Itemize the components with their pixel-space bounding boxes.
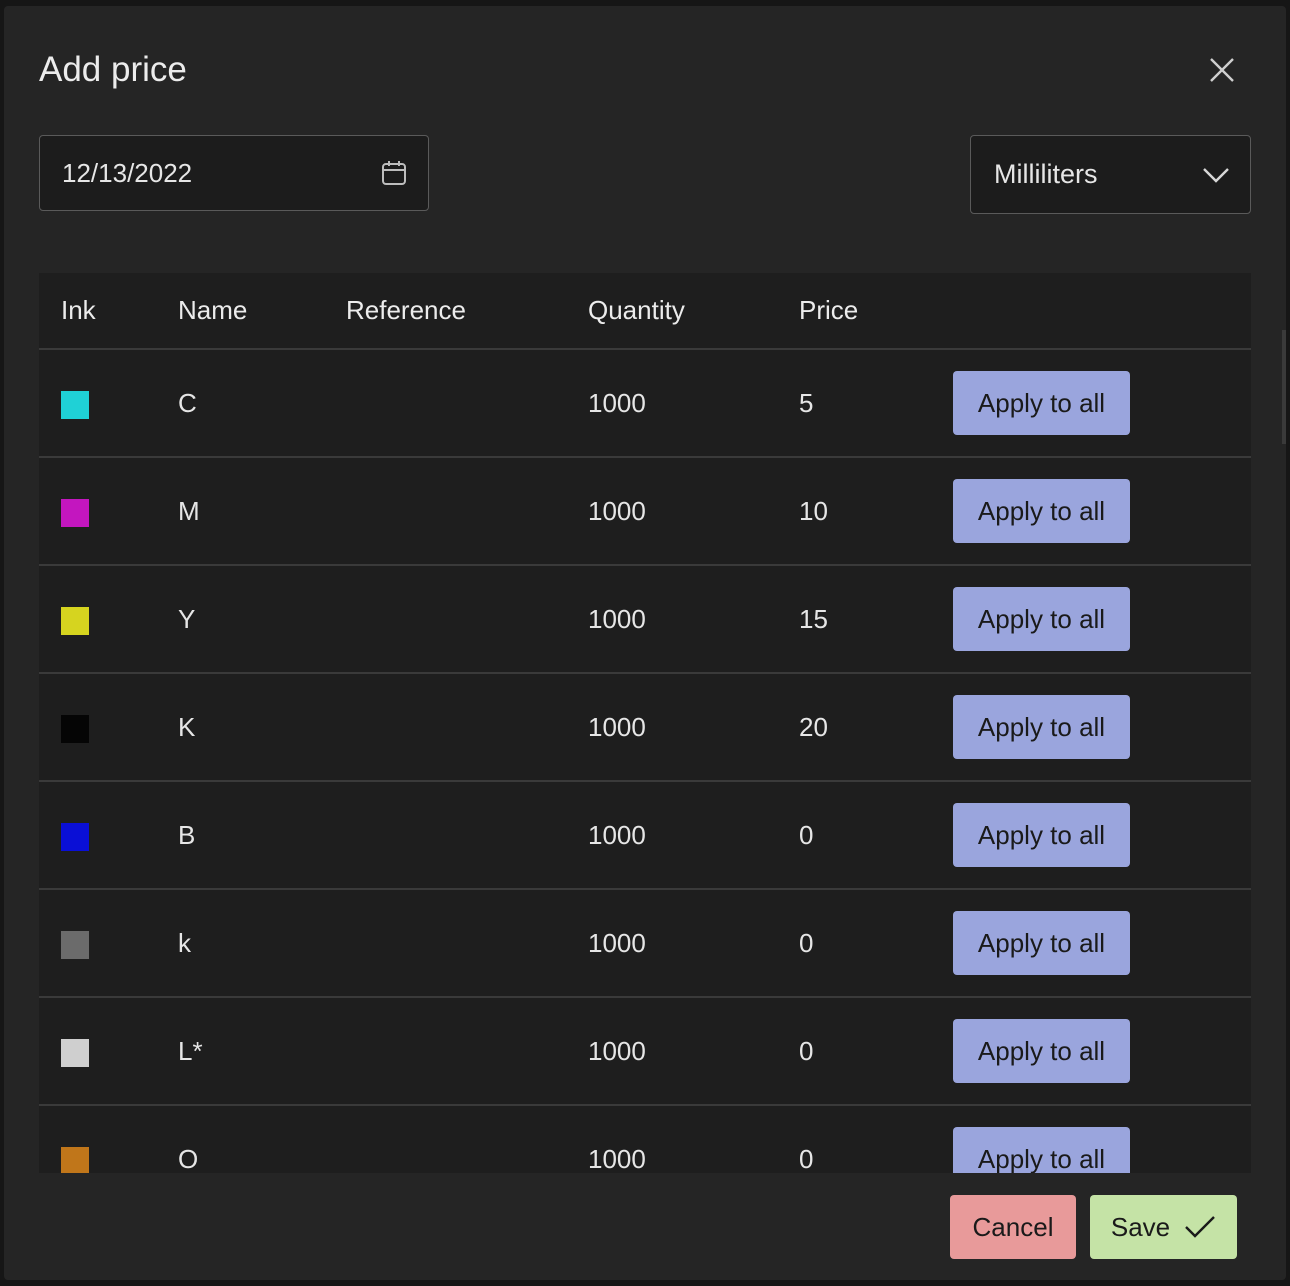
ink-quantity: 1000 bbox=[588, 927, 646, 958]
ink-quantity: 1000 bbox=[588, 819, 646, 850]
ink-reference bbox=[346, 997, 588, 1105]
ink-reference bbox=[346, 457, 588, 565]
table-row: L* 1000 0 Apply to all bbox=[39, 997, 1251, 1105]
apply-to-all-button[interactable]: Apply to all bbox=[953, 1019, 1130, 1083]
table-row: k 1000 0 Apply to all bbox=[39, 889, 1251, 997]
close-icon bbox=[1210, 58, 1234, 82]
ink-name: Y bbox=[178, 603, 196, 634]
apply-to-all-button[interactable]: Apply to all bbox=[953, 479, 1130, 543]
unit-select[interactable]: Milliliters bbox=[970, 135, 1251, 214]
ink-swatch bbox=[61, 714, 89, 743]
ink-price-table: Ink Name Reference Quantity Price C 1000… bbox=[39, 273, 1251, 1173]
header-name: Name bbox=[178, 295, 248, 325]
ink-reference bbox=[346, 1105, 588, 1173]
ink-swatch bbox=[61, 498, 89, 527]
ink-quantity: 1000 bbox=[588, 1143, 646, 1174]
ink-name: L* bbox=[178, 1035, 203, 1066]
apply-to-all-button[interactable]: Apply to all bbox=[953, 695, 1130, 759]
ink-quantity: 1000 bbox=[588, 495, 646, 526]
ink-swatch bbox=[61, 390, 89, 419]
table-row: O 1000 0 Apply to all bbox=[39, 1105, 1251, 1173]
ink-name: C bbox=[178, 387, 197, 418]
ink-swatch bbox=[61, 606, 89, 635]
unit-select-value: Milliliters bbox=[994, 159, 1098, 189]
date-field bbox=[39, 135, 429, 211]
ink-swatch bbox=[61, 1038, 89, 1067]
ink-quantity: 1000 bbox=[588, 711, 646, 742]
ink-price: 15 bbox=[799, 603, 828, 634]
header-ink: Ink bbox=[61, 295, 96, 325]
ink-quantity: 1000 bbox=[588, 603, 646, 634]
scrollbar-thumb[interactable] bbox=[1282, 330, 1286, 444]
date-input[interactable] bbox=[62, 136, 362, 210]
ink-price: 0 bbox=[799, 1035, 814, 1066]
save-button-label: Save bbox=[1110, 1211, 1171, 1242]
ink-reference bbox=[346, 349, 588, 457]
ink-price: 0 bbox=[799, 819, 814, 850]
ink-price: 0 bbox=[799, 1143, 814, 1174]
apply-to-all-button[interactable]: Apply to all bbox=[953, 371, 1130, 435]
table-header-row: Ink Name Reference Quantity Price bbox=[39, 273, 1251, 349]
cancel-button[interactable]: Cancel bbox=[950, 1195, 1076, 1259]
ink-reference bbox=[346, 565, 588, 673]
ink-reference bbox=[346, 781, 588, 889]
apply-to-all-button[interactable]: Apply to all bbox=[953, 1127, 1130, 1173]
ink-price: 0 bbox=[799, 927, 814, 958]
ink-swatch bbox=[61, 822, 89, 851]
table-row: K 1000 20 Apply to all bbox=[39, 673, 1251, 781]
ink-quantity: 1000 bbox=[588, 1035, 646, 1066]
ink-price: 10 bbox=[799, 495, 828, 526]
ink-price: 5 bbox=[799, 387, 814, 418]
add-price-dialog: Add price Milliliters Ink Name Reference bbox=[4, 6, 1286, 1280]
apply-to-all-button[interactable]: Apply to all bbox=[953, 803, 1130, 867]
close-button[interactable] bbox=[1202, 50, 1242, 90]
table-row: C 1000 5 Apply to all bbox=[39, 349, 1251, 457]
ink-reference bbox=[346, 889, 588, 997]
header-price: Price bbox=[799, 295, 859, 325]
ink-name: M bbox=[178, 495, 200, 526]
save-button[interactable]: Save bbox=[1090, 1195, 1237, 1259]
ink-price: 20 bbox=[799, 711, 828, 742]
ink-name: k bbox=[178, 927, 191, 958]
ink-reference bbox=[346, 673, 588, 781]
header-actions bbox=[953, 273, 1251, 349]
header-quantity: Quantity bbox=[588, 295, 685, 325]
ink-swatch bbox=[61, 930, 89, 959]
ink-swatch bbox=[61, 1146, 89, 1173]
table-row: M 1000 10 Apply to all bbox=[39, 457, 1251, 565]
header-reference: Reference bbox=[346, 295, 466, 325]
ink-name: O bbox=[178, 1143, 199, 1174]
ink-name: B bbox=[178, 819, 196, 850]
check-icon bbox=[1185, 1216, 1215, 1238]
table-row: Y 1000 15 Apply to all bbox=[39, 565, 1251, 673]
chevron-down-icon bbox=[1203, 168, 1229, 183]
calendar-icon[interactable] bbox=[380, 159, 408, 187]
dialog-title: Add price bbox=[39, 50, 187, 89]
table-row: B 1000 0 Apply to all bbox=[39, 781, 1251, 889]
ink-name: K bbox=[178, 711, 196, 742]
apply-to-all-button[interactable]: Apply to all bbox=[953, 911, 1130, 975]
ink-quantity: 1000 bbox=[588, 387, 646, 418]
apply-to-all-button[interactable]: Apply to all bbox=[953, 587, 1130, 651]
